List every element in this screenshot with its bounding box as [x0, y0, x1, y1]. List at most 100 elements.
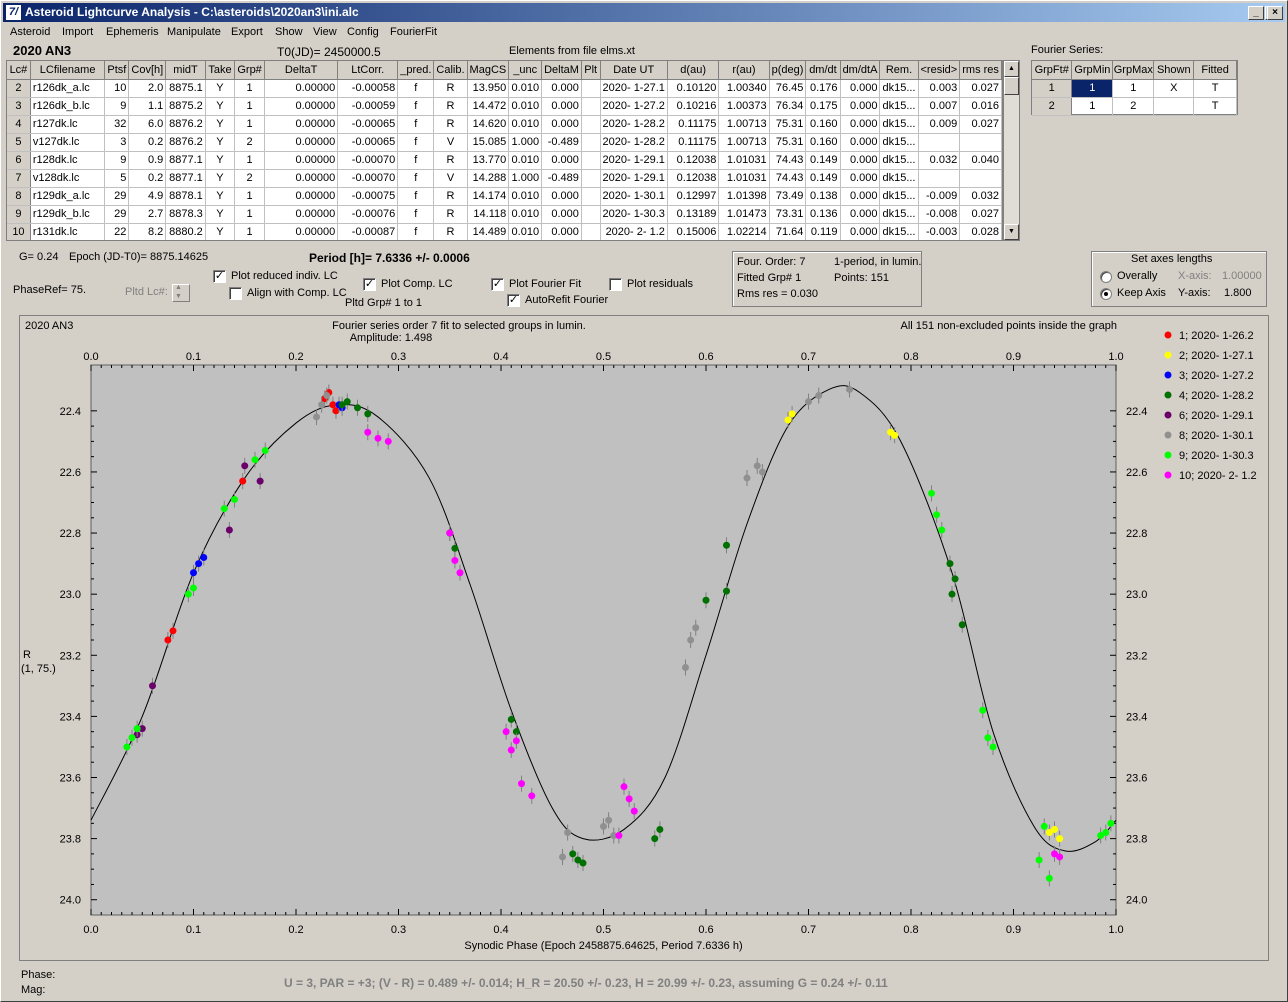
fourier-column-header[interactable]: GrpMax — [1112, 61, 1155, 80]
close-button[interactable]: × — [1267, 6, 1283, 20]
table-cell[interactable]: 10 — [104, 79, 130, 98]
table-cell[interactable]: r131dk.lc — [30, 223, 106, 240]
table-cell[interactable]: V — [433, 133, 468, 152]
table-cell[interactable]: dk15... — [879, 169, 919, 188]
table-cell[interactable]: 29 — [104, 187, 130, 206]
table-cell[interactable]: 2020- 1-30.1 — [600, 187, 668, 206]
table-cell[interactable]: -0.00065 — [337, 133, 399, 152]
align-checkbox[interactable] — [229, 287, 242, 300]
table-cell[interactable]: 0.000 — [541, 79, 582, 98]
table-cell[interactable]: -0.00070 — [337, 169, 399, 188]
table-cell[interactable]: 2.0 — [128, 79, 167, 98]
table-cell[interactable]: 1.1 — [128, 97, 167, 116]
row-header[interactable]: 9 — [7, 205, 31, 224]
table-cell[interactable]: R — [433, 223, 468, 240]
table-cell[interactable]: f — [397, 97, 435, 116]
fourier-column-header[interactable]: Shown — [1153, 61, 1195, 80]
menu-fourierfit[interactable]: FourierFit — [390, 26, 437, 38]
fourier-row-header[interactable]: 2 — [1032, 97, 1073, 116]
column-header[interactable]: dm/dt — [805, 61, 841, 80]
column-header[interactable]: DeltaT — [264, 61, 339, 80]
table-cell[interactable]: 0.10120 — [667, 79, 720, 98]
table-cell[interactable]: 0.007 — [918, 97, 961, 116]
table-cell[interactable]: 1.000 — [508, 133, 543, 152]
keep-axis-radio[interactable] — [1100, 288, 1112, 300]
table-cell[interactable]: f — [397, 133, 435, 152]
table-cell[interactable]: 2020- 1-29.1 — [600, 169, 668, 188]
row-header[interactable]: 2 — [7, 79, 31, 98]
table-cell[interactable]: 2020- 1-28.2 — [600, 115, 668, 134]
table-cell[interactable]: r127dk.lc — [30, 115, 106, 134]
table-cell[interactable]: 0.138 — [805, 187, 841, 206]
table-cell[interactable]: Y — [205, 79, 236, 98]
table-cell[interactable]: 0.00000 — [264, 151, 339, 170]
table-cell[interactable]: R — [433, 151, 468, 170]
table-cell[interactable]: 0.2 — [128, 133, 167, 152]
fourier-cell[interactable]: T — [1193, 97, 1237, 116]
column-header[interactable]: DeltaM — [541, 61, 582, 80]
column-header[interactable]: <resid> — [918, 61, 961, 80]
fourier-cell[interactable] — [1153, 97, 1195, 116]
table-cell[interactable]: 0.009 — [918, 115, 961, 134]
table-cell[interactable]: 0.000 — [541, 187, 582, 206]
table-cell[interactable]: 22 — [104, 223, 130, 240]
table-cell[interactable]: Y — [205, 205, 236, 224]
table-cell[interactable]: 9 — [104, 97, 130, 116]
table-cell[interactable]: 0.028 — [959, 223, 1002, 240]
fourier-row[interactable]: 212 T — [1032, 97, 1237, 116]
table-cell[interactable] — [918, 133, 961, 152]
fourier-row[interactable]: 111XT — [1032, 79, 1237, 98]
table-cell[interactable]: 0.040 — [959, 151, 1002, 170]
table-cell[interactable]: 8878.1 — [165, 187, 206, 206]
table-cell[interactable]: 1.02214 — [718, 223, 770, 240]
table-cell[interactable]: 0.119 — [805, 223, 841, 240]
column-header[interactable]: p(deg) — [769, 61, 807, 80]
table-cell[interactable] — [581, 115, 601, 134]
table-cell[interactable]: 2.7 — [128, 205, 167, 224]
table-cell[interactable]: 8880.2 — [165, 223, 206, 240]
table-cell[interactable]: 0.00000 — [264, 133, 339, 152]
table-cell[interactable]: R — [433, 115, 468, 134]
column-header[interactable]: Date UT — [600, 61, 668, 80]
table-cell[interactable]: 0.010 — [508, 223, 543, 240]
table-cell[interactable]: -0.00070 — [337, 151, 399, 170]
column-header[interactable]: LCfilename — [30, 61, 106, 80]
table-cell[interactable]: Y — [205, 115, 236, 134]
table-cell[interactable]: 1.01398 — [718, 187, 770, 206]
pltd-lc-spinner[interactable]: ▲ ▼ — [172, 284, 190, 302]
table-cell[interactable]: 2020- 1-27.2 — [600, 97, 668, 116]
table-cell[interactable]: -0.489 — [541, 133, 582, 152]
table-cell[interactable]: r126dk_b.lc — [30, 97, 106, 116]
table-cell[interactable]: 2020- 1-30.3 — [600, 205, 668, 224]
table-cell[interactable]: 2 — [234, 133, 265, 152]
table-cell[interactable]: 29 — [104, 205, 130, 224]
table-cell[interactable]: 14.489 — [467, 223, 510, 240]
table-cell[interactable]: 0.00000 — [264, 187, 339, 206]
table-cell[interactable]: 3 — [104, 133, 130, 152]
table-cell[interactable]: 1.00713 — [718, 133, 770, 152]
table-row[interactable]: 7 v128dk.lc 5 0.2 8877.1 Y 2 0.00000 -0.00070 f V 1… — [7, 169, 1002, 188]
table-cell[interactable]: 76.45 — [769, 79, 807, 98]
column-header[interactable]: _pred. — [397, 61, 435, 80]
fourier-cell[interactable]: 1 — [1071, 97, 1114, 116]
table-row[interactable]: 3 r126dk_b.lc 9 1.1 8875.2 Y 1 0.00000 -0.00059 f… — [7, 97, 1002, 116]
column-header[interactable]: rms res — [959, 61, 1002, 80]
table-cell[interactable]: 0.175 — [805, 97, 841, 116]
column-header[interactable]: _unc — [508, 61, 543, 80]
table-cell[interactable]: 1 — [234, 79, 265, 98]
menu-export[interactable]: Export — [231, 26, 263, 38]
table-cell[interactable]: 9 — [104, 151, 130, 170]
row-header[interactable]: 6 — [7, 151, 31, 170]
table-cell[interactable]: 0.11175 — [667, 133, 720, 152]
fourier-cell[interactable]: 1 — [1071, 79, 1114, 98]
table-cell[interactable]: 0.149 — [805, 151, 841, 170]
table-cell[interactable]: f — [397, 223, 435, 240]
lightcurve-chart[interactable]: 2020 AN3 Fourier series order 7 fit to se… — [19, 315, 1269, 961]
table-cell[interactable]: 6.0 — [128, 115, 167, 134]
table-cell[interactable]: 0.000 — [541, 151, 582, 170]
table-cell[interactable]: 14.472 — [467, 97, 510, 116]
table-cell[interactable]: 0.000 — [840, 223, 881, 240]
table-cell[interactable]: 73.31 — [769, 205, 807, 224]
row-header[interactable]: 4 — [7, 115, 31, 134]
table-cell[interactable]: 0.010 — [508, 79, 543, 98]
